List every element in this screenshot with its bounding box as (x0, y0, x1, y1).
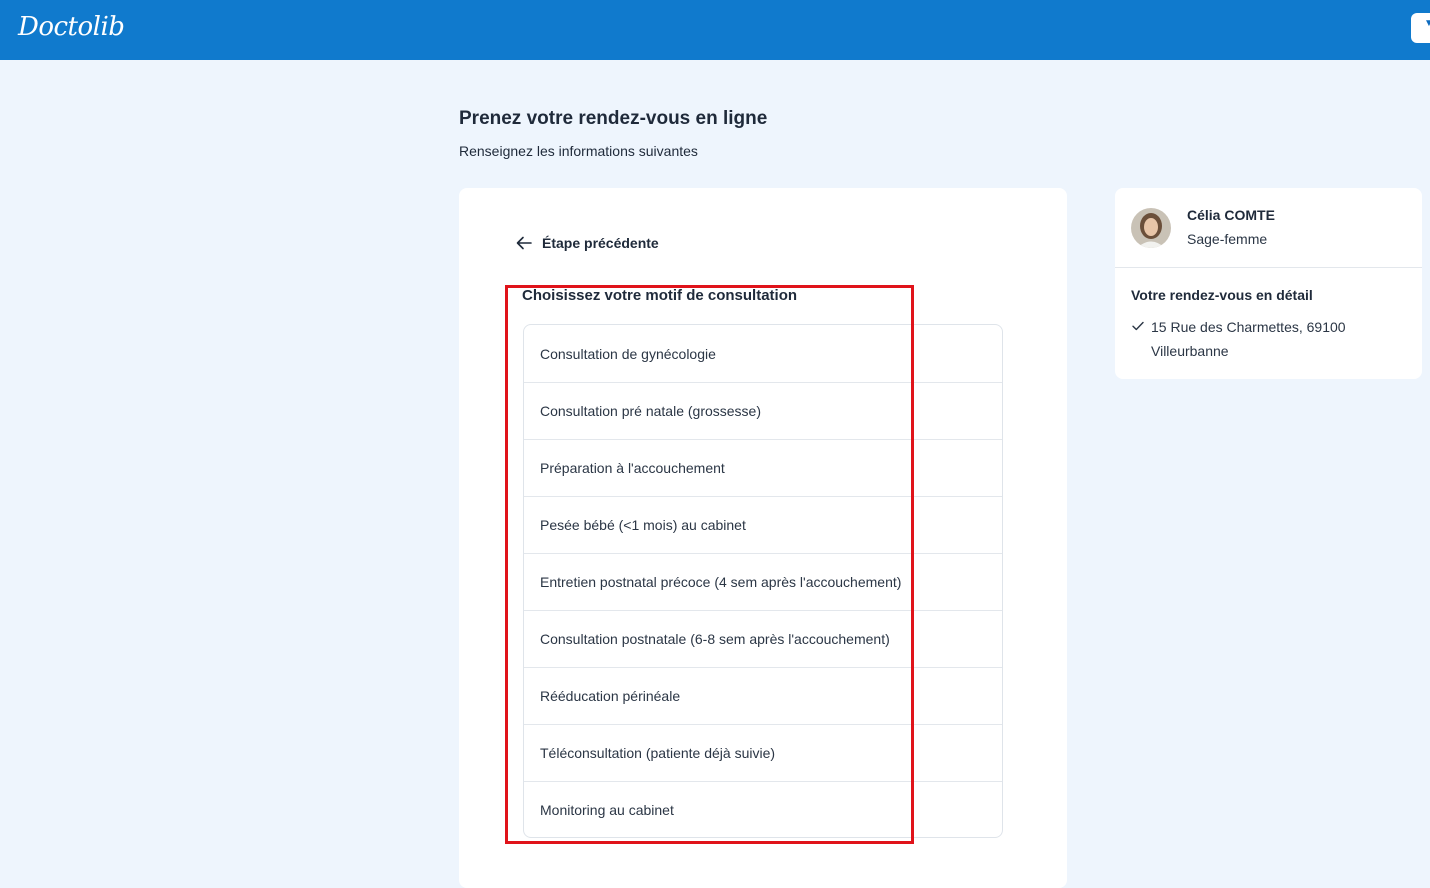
chevron-down-icon: ▼ (1424, 18, 1430, 29)
practitioner-photo (1131, 208, 1171, 248)
appointment-detail-title: Votre rendez-vous en détail (1131, 287, 1313, 303)
top-navbar: Doctolib ▼ (0, 0, 1430, 60)
motif-list: Consultation de gynécologie Consultation… (523, 324, 1003, 838)
motif-option[interactable]: Entretien postnatal précoce (4 sem après… (524, 553, 1002, 610)
motif-option[interactable]: Rééducation périnéale (524, 667, 1002, 724)
doctolib-logo[interactable]: Doctolib (18, 12, 125, 42)
previous-step-label: Étape précédente (542, 235, 659, 251)
practitioner-avatar (1131, 208, 1171, 248)
motif-option[interactable]: Téléconsultation (patiente déjà suivie) (524, 724, 1002, 781)
motif-section-title: Choisissez votre motif de consultation (522, 287, 798, 304)
motif-option[interactable]: Monitoring au cabinet (524, 781, 1002, 837)
motif-option[interactable]: Consultation postnatale (6-8 sem après l… (524, 610, 1002, 667)
page-title: Prenez votre rendez-vous en ligne (459, 108, 768, 129)
arrow-left-icon (516, 236, 532, 250)
motif-option[interactable]: Préparation à l'accouchement (524, 439, 1002, 496)
practitioner-specialty: Sage-femme (1187, 231, 1268, 247)
page-subtitle: Renseignez les informations suivantes (459, 143, 698, 159)
motif-option[interactable]: Consultation de gynécologie (524, 325, 1002, 382)
motif-option[interactable]: Pesée bébé (<1 mois) au cabinet (524, 496, 1002, 553)
practitioner-name: Célia COMTE (1187, 207, 1275, 223)
check-icon (1132, 321, 1144, 331)
appointment-address: 15 Rue des Charmettes, 69100 Villeurbann… (1151, 319, 1346, 359)
motif-option[interactable]: Consultation pré natale (grossesse) (524, 382, 1002, 439)
previous-step-link[interactable]: Étape précédente (516, 233, 659, 253)
summary-divider (1115, 267, 1422, 268)
